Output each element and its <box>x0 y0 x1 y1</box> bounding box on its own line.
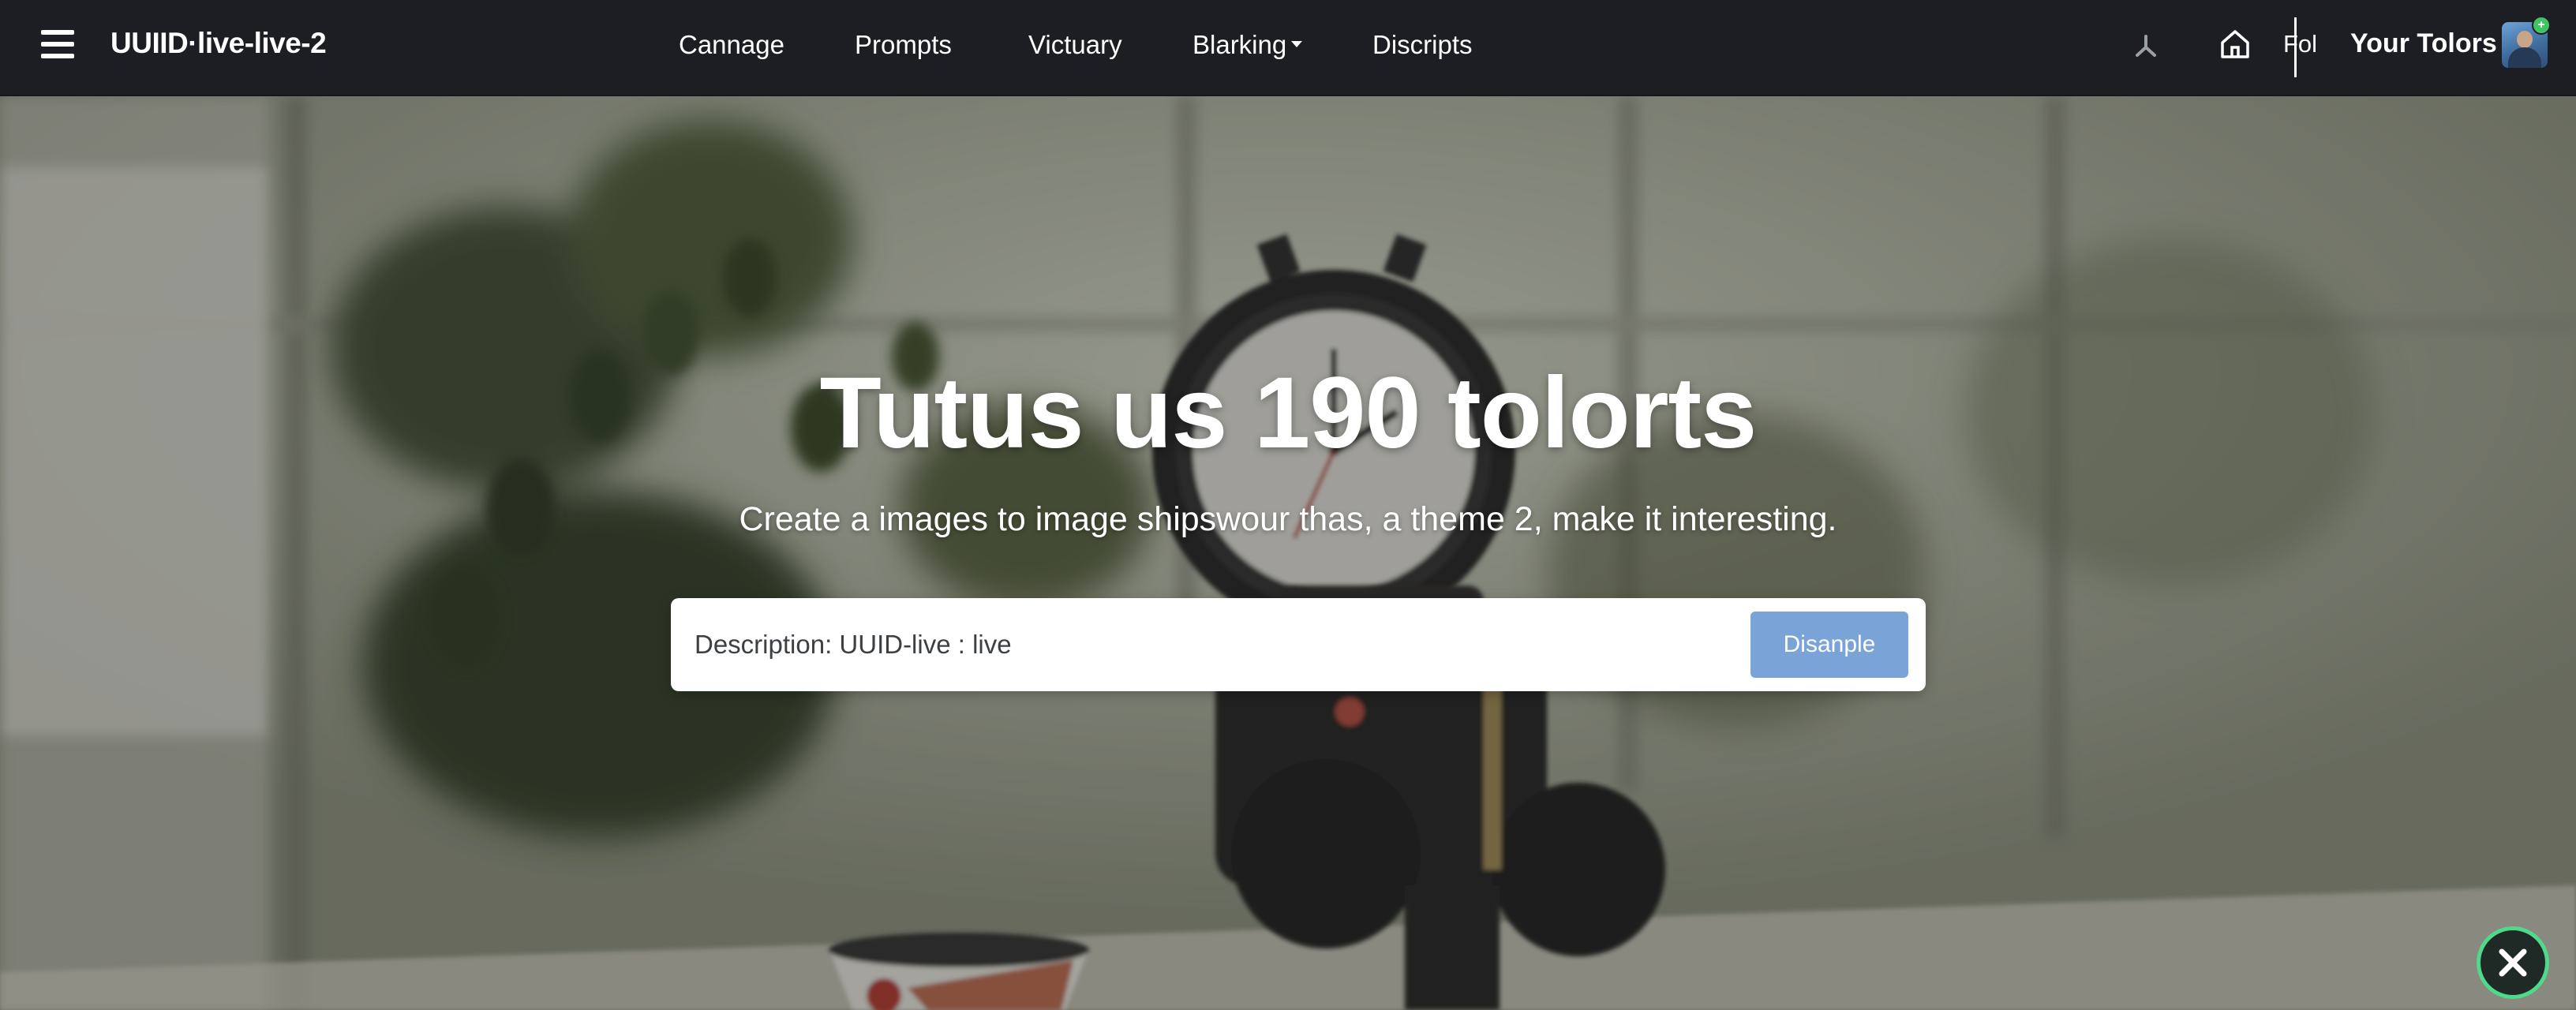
nav-item-prompts[interactable]: Prompts <box>855 30 952 60</box>
nav-item-blarking-dropdown[interactable]: Blarking <box>1193 30 1303 60</box>
avatar-badge: + <box>2532 16 2551 35</box>
nav-item-label: Blarking <box>1193 30 1287 59</box>
nav-item-label: Victuary <box>1028 30 1122 59</box>
hero-dim-overlay <box>0 96 2576 1010</box>
nav-item-victuary[interactable]: Victuary <box>1028 30 1122 60</box>
text-cursor-divider <box>2294 17 2297 77</box>
nav-item-cannage[interactable]: Cannage <box>679 30 784 60</box>
account-menu-label[interactable]: Your Tolors <box>2350 28 2497 59</box>
nav-item-label: Discripts <box>1372 30 1473 59</box>
description-input[interactable] <box>695 620 1610 669</box>
hero-subtitle: Create a images to image shipswour thas,… <box>739 500 1837 538</box>
hero-section: Tutus us 190 tolorts Create a images to … <box>0 96 2576 1010</box>
description-search-box: Disanple <box>671 598 1926 691</box>
top-navigation-bar: UUIID·live-live-2 Cannage Prompts Victua… <box>0 0 2576 96</box>
close-button[interactable] <box>2477 926 2549 999</box>
nav-item-discripts[interactable]: Discripts <box>1372 30 1473 60</box>
nav-item-label: Cannage <box>679 30 784 59</box>
brand-logo-text[interactable]: UUIID·live-live-2 <box>110 27 327 60</box>
hero-title: Tutus us 190 tolorts <box>819 357 1758 469</box>
pin-icon[interactable] <box>2131 32 2161 62</box>
hamburger-menu-icon[interactable] <box>41 30 74 62</box>
fol-link[interactable]: Fol <box>2283 30 2317 58</box>
close-icon <box>2499 948 2527 977</box>
disanple-button[interactable]: Disanple <box>1750 612 1908 678</box>
nav-item-label: Prompts <box>855 30 952 59</box>
caret-down-icon <box>1291 41 1303 48</box>
home-icon[interactable] <box>2218 27 2252 62</box>
